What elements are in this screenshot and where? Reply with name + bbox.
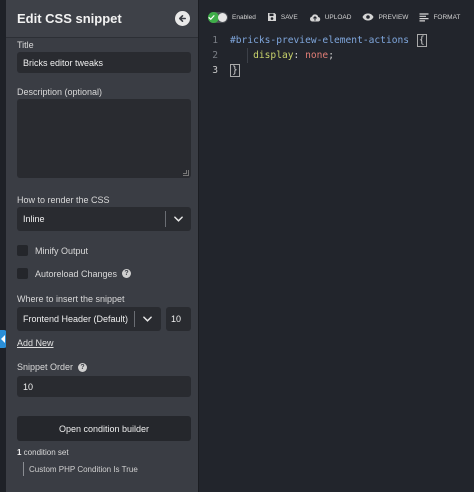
textarea-resize-handle[interactable] bbox=[183, 170, 189, 176]
open-brace: { bbox=[416, 34, 427, 47]
snippet-order-label: Snippet Order bbox=[17, 362, 74, 372]
line-number: 2 bbox=[212, 50, 218, 61]
autoreload-checkbox[interactable] bbox=[17, 268, 28, 279]
help-icon[interactable]: ? bbox=[122, 269, 132, 278]
title-input[interactable]: Bricks editor tweaks bbox=[17, 52, 191, 73]
code-line: 2 display: none; bbox=[200, 48, 474, 63]
line-number: 1 bbox=[212, 35, 218, 46]
enabled-toggle[interactable]: Enabled bbox=[208, 11, 256, 23]
insert-location-value: Frontend Header (Default) bbox=[23, 314, 129, 324]
select-divider bbox=[134, 311, 135, 327]
insert-label: Where to insert the snippet bbox=[17, 294, 125, 304]
code-text: } bbox=[230, 64, 240, 77]
render-label: How to render the CSS bbox=[17, 195, 110, 205]
css-selector: #bricks-preview-element-actions bbox=[230, 35, 410, 46]
chevron-down-icon bbox=[174, 216, 183, 222]
insert-priority-value: 10 bbox=[171, 314, 182, 324]
chevron-down-icon bbox=[143, 316, 152, 322]
insert-location-select[interactable]: Frontend Header (Default) bbox=[17, 307, 161, 331]
code-line: 3 } bbox=[200, 63, 474, 78]
semicolon: ; bbox=[328, 50, 334, 61]
upload-button[interactable]: UPLOAD bbox=[309, 13, 352, 22]
css-property: display bbox=[253, 50, 294, 61]
open-condition-builder-button[interactable]: Open condition builder bbox=[17, 416, 191, 441]
insert-priority-input[interactable]: 10 bbox=[166, 307, 191, 331]
eye-icon bbox=[362, 13, 374, 21]
code-line: 1 #bricks-preview-element-actions { bbox=[200, 33, 474, 48]
title-label: Title bbox=[17, 40, 34, 50]
render-select-value: Inline bbox=[23, 214, 45, 224]
minify-output-row[interactable]: Minify Output bbox=[17, 245, 88, 256]
format-button[interactable]: FORMAT bbox=[419, 12, 461, 22]
upload-cloud-icon bbox=[309, 13, 320, 21]
condition-item[interactable]: Custom PHP Condition Is True bbox=[23, 462, 138, 476]
save-icon bbox=[267, 13, 276, 21]
minify-output-checkbox[interactable] bbox=[17, 245, 28, 256]
add-new-link[interactable]: Add New bbox=[17, 338, 54, 348]
colon: : bbox=[293, 50, 300, 61]
enabled-label: Enabled bbox=[232, 13, 256, 21]
description-textarea[interactable] bbox=[17, 99, 191, 178]
close-brace: } bbox=[230, 64, 240, 77]
preview-label: PREVIEW bbox=[378, 13, 409, 21]
condition-count: 1 condition set bbox=[17, 448, 69, 457]
code-text: #bricks-preview-element-actions { bbox=[230, 34, 427, 47]
toggle-knob bbox=[218, 12, 227, 22]
snippet-order-label-row: Snippet Order ? bbox=[17, 362, 88, 372]
code-text: display: none; bbox=[230, 50, 334, 61]
preview-button[interactable]: PREVIEW bbox=[362, 13, 408, 21]
upload-label: UPLOAD bbox=[324, 13, 352, 21]
render-select[interactable]: Inline bbox=[17, 207, 191, 231]
enabled-switch[interactable] bbox=[208, 11, 228, 23]
code-area[interactable]: 1 #bricks-preview-element-actions { 2 di… bbox=[200, 33, 474, 78]
line-number: 3 bbox=[212, 65, 218, 76]
editor-toolbar: Enabled SAVE UPLOAD PREVIEW FORMAT bbox=[200, 0, 474, 34]
save-button[interactable]: SAVE bbox=[267, 12, 298, 22]
snippet-order-value: 10 bbox=[23, 381, 34, 392]
minify-output-label: Minify Output bbox=[35, 245, 89, 256]
back-button[interactable] bbox=[175, 11, 190, 26]
back-arrow-icon bbox=[178, 14, 187, 23]
snippet-settings-panel: Edit CSS snippet Title Bricks editor twe… bbox=[6, 0, 199, 492]
panel-header: Edit CSS snippet bbox=[6, 0, 198, 38]
format-label: FORMAT bbox=[433, 13, 461, 21]
checkmark-icon bbox=[208, 14, 215, 20]
select-divider bbox=[165, 211, 166, 227]
code-editor[interactable]: Enabled SAVE UPLOAD PREVIEW FORMAT 1 #br… bbox=[200, 0, 474, 492]
help-icon[interactable]: ? bbox=[78, 362, 88, 372]
css-value: none bbox=[305, 50, 329, 61]
indent-guide bbox=[247, 48, 248, 63]
save-label: SAVE bbox=[280, 13, 298, 21]
autoreload-row[interactable]: Autoreload Changes ? bbox=[17, 268, 132, 279]
autoreload-label: Autoreload Changes bbox=[35, 268, 118, 279]
description-label: Description (optional) bbox=[17, 87, 103, 97]
format-lines-icon bbox=[419, 12, 429, 21]
snippet-order-input[interactable]: 10 bbox=[17, 376, 191, 397]
panel-title: Edit CSS snippet bbox=[17, 11, 122, 26]
condition-count-text: condition set bbox=[21, 448, 69, 457]
title-input-value: Bricks editor tweaks bbox=[23, 57, 104, 68]
